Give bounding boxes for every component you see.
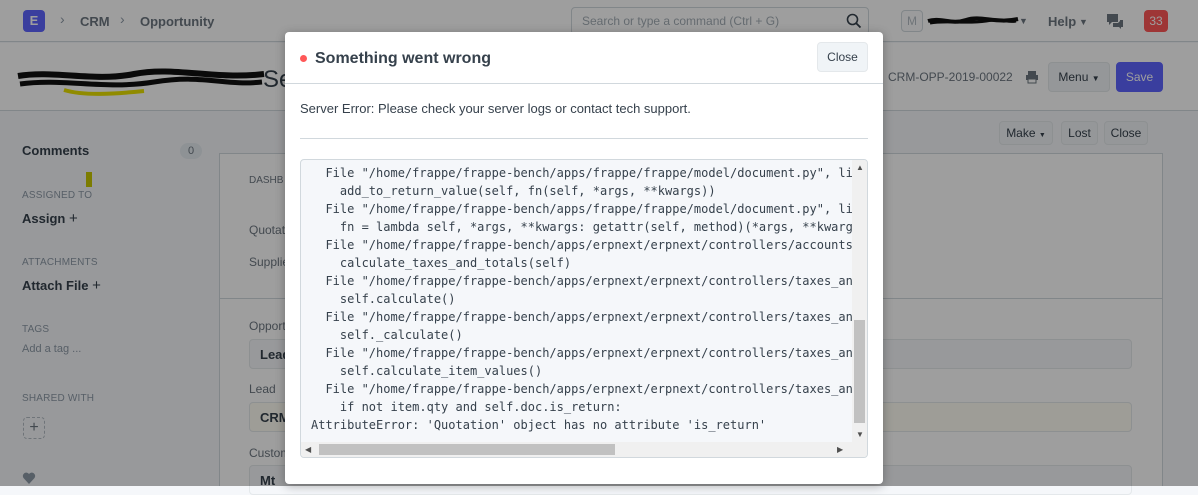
scroll-up-icon[interactable]: ▲ [856, 163, 864, 172]
vertical-scroll-thumb[interactable] [854, 320, 865, 423]
error-message: Server Error: Please check your server l… [300, 101, 691, 116]
error-dialog: Something went wrong Close Server Error:… [285, 32, 883, 484]
traceback-box[interactable]: File "/home/frappe/frappe-bench/apps/fra… [300, 159, 868, 458]
dialog-divider [300, 138, 868, 139]
dialog-header: Something went wrong Close [285, 32, 883, 84]
error-indicator-icon [300, 55, 307, 62]
horizontal-scrollbar[interactable]: ◀ ▶ [301, 442, 867, 457]
traceback-text: File "/home/frappe/frappe-bench/apps/fra… [311, 166, 861, 432]
dialog-title: Something went wrong [315, 50, 491, 67]
vertical-scrollbar[interactable]: ▲ ▼ [852, 160, 867, 443]
scroll-down-icon[interactable]: ▼ [856, 430, 864, 439]
scroll-right-icon[interactable]: ▶ [837, 445, 843, 454]
horizontal-scroll-thumb[interactable] [319, 444, 615, 455]
dialog-close-button[interactable]: Close [817, 42, 868, 72]
scroll-left-icon[interactable]: ◀ [305, 445, 311, 454]
